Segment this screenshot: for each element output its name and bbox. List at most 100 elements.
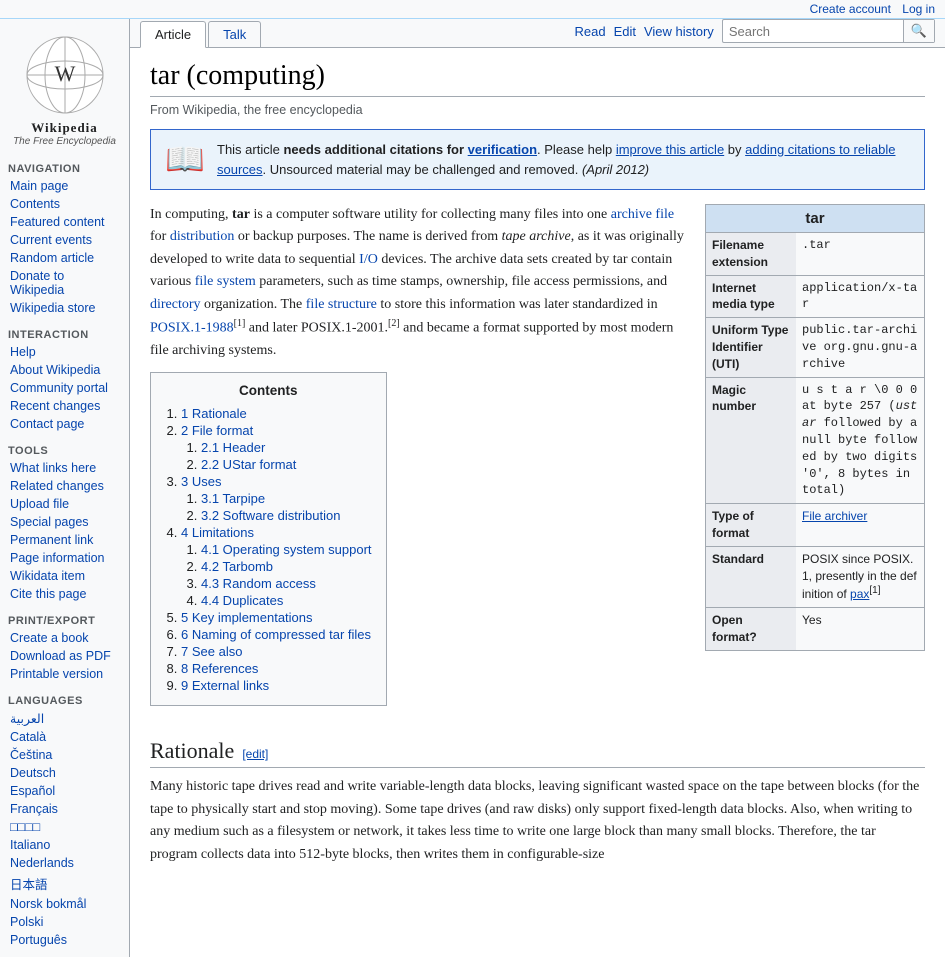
languages-section-title: Languages <box>0 693 129 709</box>
infobox-label-magic: Magic number <box>706 378 796 504</box>
toc-item-4-1: 4.1 Operating system support <box>201 542 372 557</box>
notice-improve-link[interactable]: improve this article <box>616 142 724 157</box>
sidebar-item-lang-de[interactable]: Deutsch <box>0 764 129 782</box>
sidebar-item-contents[interactable]: Contents <box>0 195 129 213</box>
toc-link-4-1[interactable]: 4.1 Operating system support <box>201 542 372 557</box>
notice-verification-link[interactable]: verification <box>468 142 537 157</box>
toc-link-9[interactable]: 9 External links <box>181 678 269 693</box>
interaction-section-title: Interaction <box>0 327 129 343</box>
toc-link-2-1[interactable]: 2.1 Header <box>201 440 265 455</box>
infobox-row-media-type: Internet media type application/x-tar <box>706 275 924 318</box>
sidebar-item-help[interactable]: Help <box>0 343 129 361</box>
file-structure-link[interactable]: file structure <box>306 297 377 312</box>
sidebar-item-lang-ca[interactable]: Català <box>0 728 129 746</box>
directory-link[interactable]: directory <box>150 297 201 312</box>
search-box: 🔍 <box>722 19 935 43</box>
io-link[interactable]: I/O <box>359 252 378 267</box>
pax-link[interactable]: pax <box>850 587 869 601</box>
file-system-link[interactable]: file system <box>195 274 256 289</box>
svg-text:W: W <box>54 61 75 86</box>
sidebar-item-wikipedia-store[interactable]: Wikipedia store <box>0 299 129 317</box>
sidebar-item-permanent-link[interactable]: Permanent link <box>0 531 129 549</box>
infobox-label-format-type: Type of format <box>706 504 796 546</box>
infobox-value-uti: public.tar-archive org.gnu.gnu-archive <box>796 318 924 376</box>
distribution-link[interactable]: distribution <box>170 229 235 244</box>
sidebar-item-lang-ar[interactable]: العربية <box>0 709 129 728</box>
sidebar-item-special-pages[interactable]: Special pages <box>0 513 129 531</box>
toc-item-4-4: 4.4 Duplicates <box>201 593 372 608</box>
sidebar-item-about[interactable]: About Wikipedia <box>0 361 129 379</box>
sidebar-item-featured-content[interactable]: Featured content <box>0 213 129 231</box>
sidebar-item-lang-it[interactable]: Italiano <box>0 836 129 854</box>
sidebar-item-cite[interactable]: Cite this page <box>0 585 129 603</box>
sidebar-item-lang-nb[interactable]: Norsk bokmål <box>0 895 129 913</box>
toc-link-2[interactable]: 2 File format <box>181 423 253 438</box>
sidebar-item-random-article[interactable]: Random article <box>0 249 129 267</box>
search-button[interactable]: 🔍 <box>903 20 934 42</box>
toc-link-4-3[interactable]: 4.3 Random access <box>201 576 316 591</box>
toc-item-4: 4 Limitations 4.1 Operating system suppo… <box>181 525 372 608</box>
toc-item-2-2: 2.2 UStar format <box>201 457 372 472</box>
log-in-link[interactable]: Log in <box>902 2 935 16</box>
toc-item-2-1: 2.1 Header <box>201 440 372 455</box>
rationale-edit-link[interactable]: [edit] <box>242 747 268 761</box>
tab-edit[interactable]: Edit <box>614 24 636 39</box>
toc-link-2-2[interactable]: 2.2 UStar format <box>201 457 296 472</box>
toc-link-8[interactable]: 8 References <box>181 661 258 676</box>
tools-section-title: Tools <box>0 443 129 459</box>
infobox-value-filename: .tar <box>796 233 837 275</box>
toc-link-7[interactable]: 7 See also <box>181 644 242 659</box>
toc-link-4-4[interactable]: 4.4 Duplicates <box>201 593 283 608</box>
create-account-link[interactable]: Create account <box>810 2 891 16</box>
infobox-value-magic: u s t a r \0 0 0 at byte 257 (ustar foll… <box>796 378 924 504</box>
sidebar-item-printable[interactable]: Printable version <box>0 665 129 683</box>
sidebar-item-recent-changes[interactable]: Recent changes <box>0 397 129 415</box>
search-input[interactable] <box>723 21 903 42</box>
tab-talk[interactable]: Talk <box>208 21 261 47</box>
infobox-row-open-format: Open format? Yes <box>706 607 924 650</box>
sidebar-item-upload-file[interactable]: Upload file <box>0 495 129 513</box>
sidebar-item-lang-ja-boxes[interactable]: □□□□ <box>0 818 129 836</box>
sidebar-item-contact[interactable]: Contact page <box>0 415 129 433</box>
toc-link-4[interactable]: 4 Limitations <box>181 525 254 540</box>
sidebar-item-main-page[interactable]: Main page <box>0 177 129 195</box>
infobox-value-format-type: File archiver <box>796 504 873 546</box>
toc-link-3[interactable]: 3 Uses <box>181 474 221 489</box>
file-archiver-link[interactable]: File archiver <box>802 509 867 523</box>
toc-link-4-2[interactable]: 4.2 Tarbomb <box>201 559 273 574</box>
sidebar-item-lang-pt[interactable]: Português <box>0 931 129 949</box>
toc-link-1[interactable]: 1 Rationale <box>181 406 247 421</box>
tab-article[interactable]: Article <box>140 21 206 48</box>
tab-read[interactable]: Read <box>574 24 605 39</box>
sidebar-item-create-book[interactable]: Create a book <box>0 629 129 647</box>
languages-section: Languages العربية Català Čeština Deutsch… <box>0 693 129 949</box>
infobox-row-uti: Uniform Type Identifier (UTI) public.tar… <box>706 317 924 376</box>
toc-link-3-1[interactable]: 3.1 Tarpipe <box>201 491 265 506</box>
infobox-label-uti: Uniform Type Identifier (UTI) <box>706 318 796 376</box>
sidebar-item-donate[interactable]: Donate to Wikipedia <box>0 267 129 299</box>
infobox-label-standard: Standard <box>706 547 796 607</box>
tab-view-history[interactable]: View history <box>644 24 714 39</box>
table-of-contents: Contents 1 Rationale 2 File format 2.1 H… <box>150 372 387 706</box>
posix-link[interactable]: POSIX.1-1988 <box>150 321 234 336</box>
sidebar-item-community-portal[interactable]: Community portal <box>0 379 129 397</box>
sidebar-item-lang-es[interactable]: Español <box>0 782 129 800</box>
sidebar-item-wikidata[interactable]: Wikidata item <box>0 567 129 585</box>
sidebar-item-lang-fr[interactable]: Français <box>0 800 129 818</box>
wikipedia-logo: W <box>25 35 105 115</box>
sidebar-item-page-info[interactable]: Page information <box>0 549 129 567</box>
sidebar-item-current-events[interactable]: Current events <box>0 231 129 249</box>
sidebar-item-what-links[interactable]: What links here <box>0 459 129 477</box>
sidebar-item-related-changes[interactable]: Related changes <box>0 477 129 495</box>
archive-file-link[interactable]: archive file <box>611 207 674 222</box>
toc-link-3-2[interactable]: 3.2 Software distribution <box>201 508 340 523</box>
sidebar-item-lang-pl[interactable]: Polski <box>0 913 129 931</box>
tabs-right: Read Edit View history 🔍 <box>574 19 935 47</box>
sidebar-item-lang-nl[interactable]: Nederlands <box>0 854 129 872</box>
toc-link-6[interactable]: 6 Naming of compressed tar files <box>181 627 371 642</box>
rationale-section-text: Many historic tape drives read and write… <box>150 776 925 866</box>
sidebar-item-download-pdf[interactable]: Download as PDF <box>0 647 129 665</box>
sidebar-item-lang-cs[interactable]: Čeština <box>0 746 129 764</box>
notice-icon: 📖 <box>165 140 205 178</box>
toc-link-5[interactable]: 5 Key implementations <box>181 610 313 625</box>
